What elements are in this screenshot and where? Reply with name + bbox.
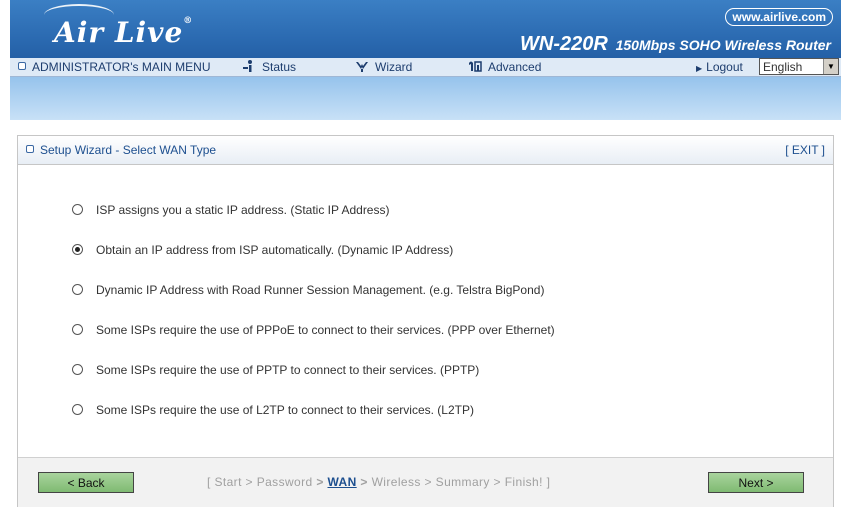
menu-advanced[interactable]: Advanced bbox=[468, 58, 541, 76]
radio-static-ip[interactable] bbox=[72, 204, 83, 215]
menu-wizard-label: Wizard bbox=[375, 60, 413, 74]
bullet-icon bbox=[26, 145, 34, 153]
menu-main[interactable]: ADMINISTRATOR's MAIN MENU bbox=[18, 58, 211, 76]
menu-main-label: ADMINISTRATOR's MAIN MENU bbox=[32, 60, 211, 74]
wizard-panel: Setup Wizard - Select WAN Type [ EXIT ] … bbox=[17, 135, 834, 507]
bullet-icon bbox=[18, 62, 26, 70]
step-start: Start bbox=[214, 475, 242, 489]
option-label: Some ISPs require the use of L2TP to con… bbox=[96, 403, 474, 417]
menu-advanced-label: Advanced bbox=[488, 60, 542, 74]
radio-pppoe[interactable] bbox=[72, 324, 83, 335]
wizard-footer: < Back [ Start > Password > WAN > Wirele… bbox=[18, 457, 833, 507]
step-separator: > bbox=[424, 475, 432, 489]
advanced-icon bbox=[469, 61, 482, 72]
steps-bracket-open: [ bbox=[207, 475, 211, 489]
step-finish: Finish! bbox=[504, 475, 543, 489]
option-label: Obtain an IP address from ISP automatica… bbox=[96, 243, 454, 257]
next-button[interactable]: Next > bbox=[708, 472, 804, 493]
radio-road-runner[interactable] bbox=[72, 284, 83, 295]
steps-bracket-close: ] bbox=[546, 475, 551, 489]
registered-mark: ® bbox=[183, 16, 194, 26]
arrow-right-icon: ▶ bbox=[696, 64, 703, 73]
step-password: Password bbox=[256, 475, 313, 489]
model-description: 150Mbps SOHO Wireless Router bbox=[615, 37, 831, 53]
exit-link[interactable]: [ EXIT ] bbox=[785, 136, 825, 164]
brand-logo: Air Live® bbox=[54, 16, 193, 49]
back-button[interactable]: < Back bbox=[38, 472, 134, 493]
option-label: Some ISPs require the use of PPPoE to co… bbox=[96, 323, 555, 337]
radio-dynamic-ip[interactable] bbox=[72, 244, 83, 255]
header-gradient-band bbox=[10, 77, 841, 120]
panel-title: Setup Wizard - Select WAN Type bbox=[26, 136, 216, 164]
radio-pptp[interactable] bbox=[72, 364, 83, 375]
step-separator: > bbox=[245, 475, 253, 489]
step-summary: Summary bbox=[435, 475, 490, 489]
main-menu-bar: ADMINISTRATOR's MAIN MENU Status Wizard … bbox=[10, 58, 841, 77]
logout-label: Logout bbox=[706, 60, 743, 74]
step-separator: > bbox=[360, 475, 368, 489]
option-label: ISP assigns you a static IP address. (St… bbox=[96, 203, 390, 217]
option-label: Dynamic IP Address with Road Runner Sess… bbox=[96, 283, 545, 297]
brand-name: Air Live bbox=[54, 16, 184, 49]
step-wireless: Wireless bbox=[371, 475, 421, 489]
radio-l2tp[interactable] bbox=[72, 404, 83, 415]
menu-wizard[interactable]: Wizard bbox=[355, 58, 412, 76]
menu-status-label: Status bbox=[262, 60, 297, 74]
logout-link[interactable]: ▶ Logout bbox=[696, 58, 743, 78]
step-wan-current: WAN bbox=[327, 475, 357, 489]
option-label: Some ISPs require the use of PPTP to con… bbox=[96, 363, 480, 377]
model-title: WN-220R 150Mbps SOHO Wireless Router bbox=[520, 33, 831, 56]
language-select[interactable]: English ▼ bbox=[759, 58, 839, 75]
wizard-steps: [ Start > Password > WAN > Wireless > Su… bbox=[207, 472, 550, 493]
step-separator: > bbox=[316, 475, 324, 489]
status-icon bbox=[243, 60, 252, 72]
dropdown-arrow-icon[interactable]: ▼ bbox=[823, 59, 838, 74]
header-banner: Air Live® www.airlive.com WN-220R 150Mbp… bbox=[10, 0, 841, 58]
panel-title-text: Setup Wizard - Select WAN Type bbox=[40, 143, 217, 157]
language-value: English bbox=[763, 60, 803, 74]
panel-header: Setup Wizard - Select WAN Type [ EXIT ] bbox=[18, 136, 833, 165]
model-name: WN-220R bbox=[520, 33, 608, 55]
site-url: www.airlive.com bbox=[725, 8, 833, 26]
menu-status[interactable]: Status bbox=[242, 58, 296, 76]
wizard-icon bbox=[356, 62, 368, 72]
step-separator: > bbox=[493, 475, 501, 489]
